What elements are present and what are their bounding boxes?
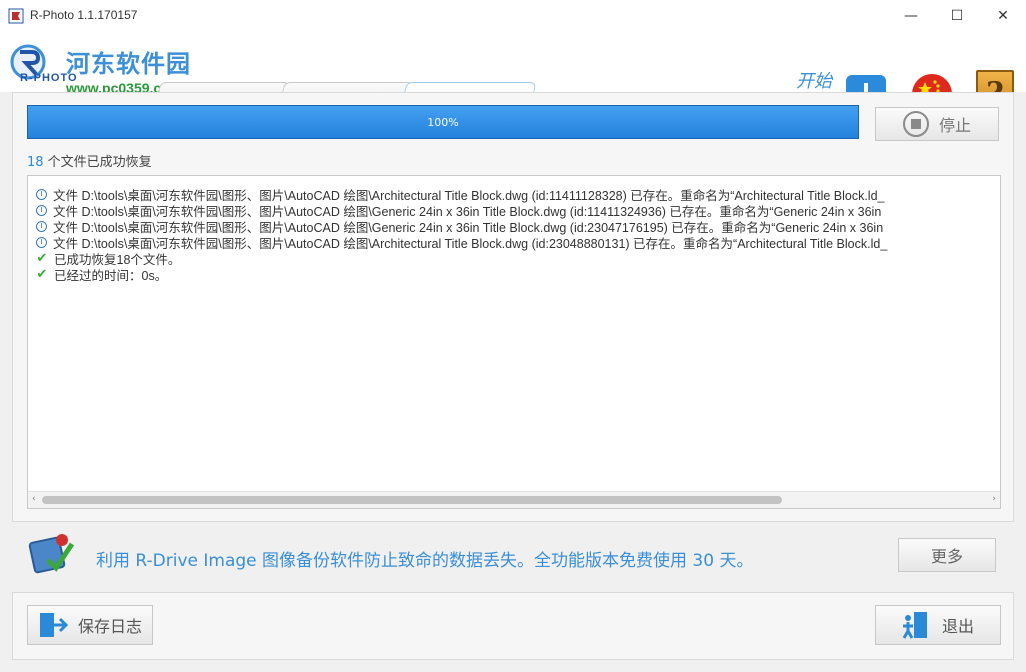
progress-text: 100% xyxy=(427,115,459,129)
save-log-icon xyxy=(40,613,69,637)
window-title: R-Photo 1.1.170157 xyxy=(30,8,138,22)
recovered-count: 18 xyxy=(27,155,44,170)
stop-button[interactable]: 停止 xyxy=(875,107,999,141)
r-drive-image-icon xyxy=(28,534,75,574)
header: 河东软件园 www.pc0359.cn 磁盘 文件 xyxy=(0,32,1026,124)
save-log-label: 保存日志 xyxy=(78,617,143,636)
scrollbar-thumb[interactable] xyxy=(42,496,782,504)
promo-banner: 利用 R-Drive Image 图像备份软件防止致命的数据丢失。全功能版本免费… xyxy=(12,526,1014,592)
stop-icon xyxy=(902,111,929,137)
log-line-text: 已经过的时间：0s。 xyxy=(54,268,168,283)
status-message: 个文件已成功恢复 xyxy=(43,155,152,170)
progress-bar: 100% xyxy=(27,105,859,139)
watermark-text: 河东软件园 xyxy=(66,50,191,78)
info-icon: i xyxy=(36,220,47,232)
log-panel[interactable]: i 文件 D:\tools\桌面\河东软件园\图形、图片\AutoCAD 绘图\… xyxy=(27,175,1001,509)
check-icon: ✔ xyxy=(36,266,48,281)
info-icon: i xyxy=(36,236,47,248)
minimize-button[interactable]: — xyxy=(888,0,934,32)
recovery-panel: 100% 停止 18 个文件已成功恢复 i 文件 D:\tools\桌面\河东软… xyxy=(12,92,1014,522)
app-icon xyxy=(8,8,24,24)
horizontal-scrollbar[interactable]: ‹ › xyxy=(28,491,1000,508)
title-bar: R-Photo 1.1.170157 — ☐ ✕ xyxy=(0,0,1026,32)
info-icon: i xyxy=(36,188,47,200)
maximize-button[interactable]: ☐ xyxy=(934,0,980,32)
info-icon: i xyxy=(36,204,47,216)
scroll-left-icon[interactable]: ‹ xyxy=(32,494,36,504)
check-icon: ✔ xyxy=(36,250,48,265)
status-text: 18 个文件已成功恢复 xyxy=(27,151,152,170)
update-line1: 开始 xyxy=(796,71,832,92)
more-button[interactable]: 更多 xyxy=(898,538,996,572)
save-log-button[interactable]: 保存日志 xyxy=(27,605,153,645)
exit-icon xyxy=(902,612,927,639)
close-button[interactable]: ✕ xyxy=(980,0,1026,32)
exit-button[interactable]: 退出 xyxy=(875,605,1001,645)
scroll-right-icon[interactable]: › xyxy=(992,494,996,504)
log-line: ✔ 已经过的时间：0s。 xyxy=(36,266,168,283)
logo-text: R-PHOTO xyxy=(20,72,78,84)
exit-label: 退出 xyxy=(942,617,975,636)
footer-bar: 保存日志 退出 xyxy=(12,592,1014,660)
stop-button-label: 停止 xyxy=(938,116,971,135)
promo-text: 利用 R-Drive Image 图像备份软件防止致命的数据丢失。全功能版本免费… xyxy=(96,551,754,571)
